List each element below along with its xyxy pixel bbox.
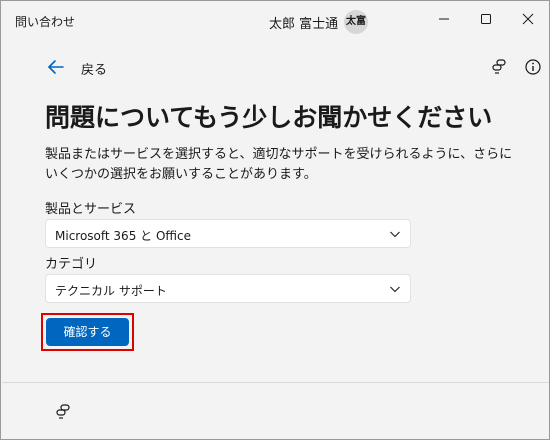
app-window: 問い合わせ 太郎 富士通 太富 戻る 問題についてもう少しお聞かせください 製品… bbox=[0, 0, 550, 440]
product-label: 製品とサービス bbox=[45, 202, 137, 217]
chevron-down-icon bbox=[390, 286, 400, 293]
user-name[interactable]: 太郎 富士通 bbox=[269, 13, 338, 32]
category-select[interactable]: テクニカル サポート bbox=[45, 274, 411, 303]
title-bar: 問い合わせ 太郎 富士通 太富 bbox=[1, 1, 549, 41]
confirm-button[interactable]: 確認する bbox=[46, 318, 129, 346]
minimize-icon bbox=[439, 18, 449, 20]
close-icon bbox=[522, 13, 534, 25]
footer-share-button[interactable] bbox=[54, 403, 72, 421]
share-button[interactable] bbox=[490, 58, 508, 76]
arrow-left-icon bbox=[48, 60, 64, 74]
share-link-icon bbox=[56, 404, 70, 419]
minimize-button[interactable] bbox=[427, 5, 461, 33]
category-select-value: テクニカル サポート bbox=[55, 284, 167, 298]
maximize-icon bbox=[481, 14, 491, 24]
back-label[interactable]: 戻る bbox=[81, 59, 107, 78]
footer-divider bbox=[2, 382, 549, 383]
share-link-icon bbox=[492, 59, 506, 74]
info-button[interactable] bbox=[524, 58, 542, 76]
description-text: 製品またはサービスを選択すると、適切なサポートを受けられるように、さらにいくつか… bbox=[45, 147, 513, 182]
avatar[interactable]: 太富 bbox=[344, 10, 368, 34]
product-select-value: Microsoft 365 と Office bbox=[55, 229, 191, 243]
app-title: 問い合わせ bbox=[15, 15, 76, 29]
maximize-button[interactable] bbox=[469, 5, 503, 33]
product-select[interactable]: Microsoft 365 と Office bbox=[45, 219, 411, 248]
category-label: カテゴリ bbox=[45, 257, 98, 272]
chevron-down-icon bbox=[390, 231, 400, 238]
back-button[interactable] bbox=[47, 59, 65, 75]
info-icon bbox=[525, 59, 541, 75]
page-title: 問題についてもう少しお聞かせください bbox=[45, 103, 493, 132]
close-button[interactable] bbox=[511, 5, 545, 33]
